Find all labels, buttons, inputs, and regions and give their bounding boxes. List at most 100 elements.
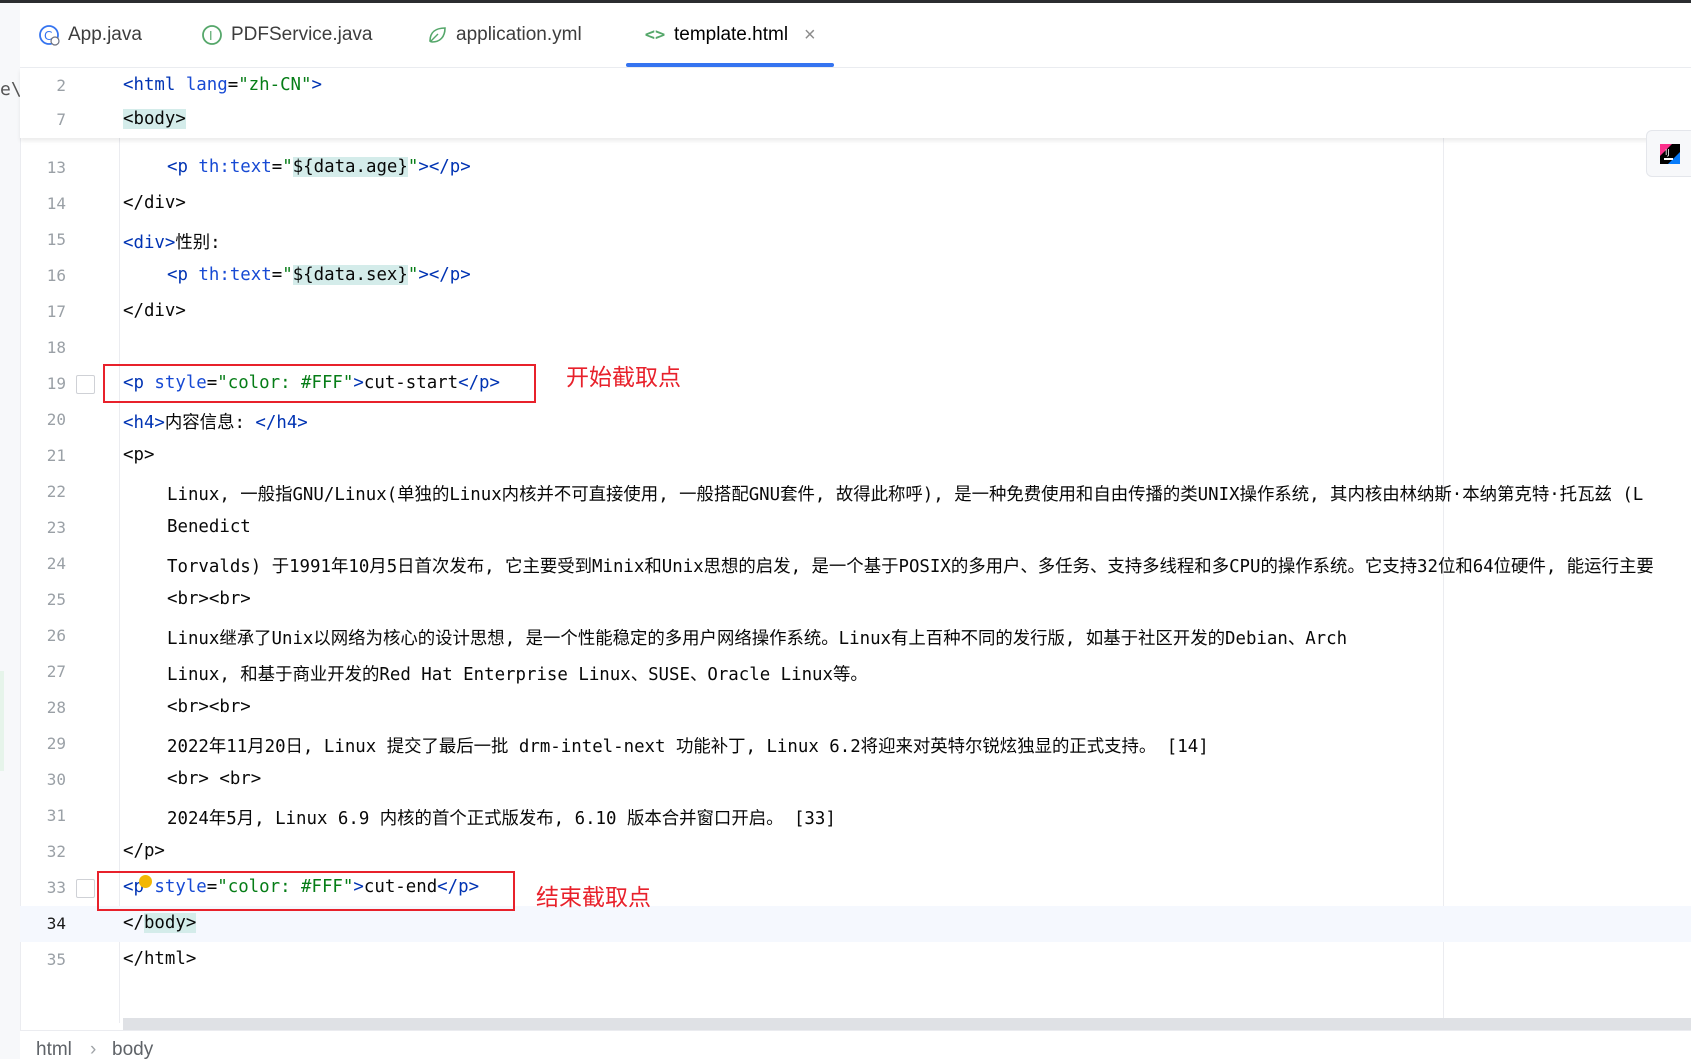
editor-tab-bar: C App.java I PDFService.java application… <box>20 3 1691 68</box>
breadcrumb-item-body[interactable]: body <box>112 1039 153 1061</box>
code-line[interactable]: 26 Linux继承了Unix以网络为核心的设计思想, 是一个性能稳定的多用户网… <box>20 618 1691 654</box>
line-number: 17 <box>46 302 66 321</box>
code-text: <br> <br> <box>167 769 262 789</box>
line-number: 26 <box>46 626 66 645</box>
html-icon: <> <box>644 25 666 45</box>
cut-end-highlight-box <box>97 871 515 911</box>
line-number: 28 <box>46 698 66 717</box>
line-number: 13 <box>46 158 66 177</box>
yaml-leaf-icon <box>426 24 448 46</box>
tab-app-java[interactable]: C App.java <box>38 3 142 67</box>
code-line[interactable]: 32 </p> <box>20 834 1691 870</box>
code-line[interactable]: 14 </div> <box>20 186 1691 222</box>
line-number: 34 <box>46 914 66 933</box>
code-text: <h4>内容信息: </h4> <box>123 413 308 433</box>
code-text: <p th:text="${data.sex}"></p> <box>167 265 471 285</box>
code-text: Linux继承了Unix以网络为核心的设计思想, 是一个性能稳定的多用户网络操作… <box>167 629 1348 649</box>
code-text: <p th:text="${data.age}"></p> <box>167 157 471 177</box>
jetbrains-plugin-icon[interactable]: IJ <box>1646 130 1691 177</box>
code-text: </html> <box>123 949 197 969</box>
code-line[interactable]: 29 2022年11月20日, Linux 提交了最后一批 drm-intel-… <box>20 726 1691 762</box>
line-number: 32 <box>46 842 66 861</box>
change-marker <box>0 671 4 771</box>
tab-pdfservice-java[interactable]: I PDFService.java <box>201 3 373 67</box>
breadcrumb: html › body <box>20 1030 1691 1060</box>
breadcrumb-item-html[interactable]: html <box>36 1039 72 1061</box>
line-number: 7 <box>56 110 66 129</box>
line-number: 15 <box>46 230 66 249</box>
svg-text:IJ: IJ <box>1665 148 1670 157</box>
code-line[interactable]: 27 Linux, 和基于商业开发的Red Hat Enterprise Lin… <box>20 654 1691 690</box>
code-text: Torvalds) 于1991年10月5日首次发布, 它主要受到Minix和Un… <box>167 557 1654 577</box>
line-number: 24 <box>46 554 66 573</box>
code-line[interactable]: 23 Benedict <box>20 510 1691 546</box>
tab-label: PDFService.java <box>231 24 373 45</box>
svg-text:I: I <box>209 29 213 43</box>
code-text: </body> <box>123 913 197 933</box>
code-text: Benedict <box>167 517 251 537</box>
code-line[interactable]: 25 <br><br> <box>20 582 1691 618</box>
cut-end-annotation: 结束截取点 <box>536 885 651 911</box>
code-text: <br><br> <box>167 697 251 717</box>
code-text: <p> <box>123 445 155 465</box>
code-line[interactable]: 13 <p th:text="${data.age}"></p> <box>20 150 1691 186</box>
code-line-current[interactable]: 34 </body> <box>20 906 1691 942</box>
line-number: 21 <box>46 446 66 465</box>
code-text: <br><br> <box>167 589 251 609</box>
line-number: 16 <box>46 266 66 285</box>
interface-icon: I <box>201 24 223 46</box>
line-number: 30 <box>46 770 66 789</box>
horizontal-scrollbar[interactable] <box>123 1018 1691 1030</box>
line-number: 2 <box>56 76 66 95</box>
line-number: 14 <box>46 194 66 213</box>
line-number: 29 <box>46 734 66 753</box>
code-text: </p> <box>123 841 165 861</box>
line-number: 33 <box>46 878 66 897</box>
breakpoint-checkbox[interactable] <box>76 879 95 898</box>
breadcrumb-separator-icon: › <box>90 1039 97 1060</box>
tab-label: application.yml <box>456 24 582 45</box>
code-line[interactable]: 28 <br><br> <box>20 690 1691 726</box>
code-line[interactable]: 31 2024年5月, Linux 6.9 内核的首个正式版发布, 6.10 版… <box>20 798 1691 834</box>
code-line[interactable]: 24 Torvalds) 于1991年10月5日首次发布, 它主要受到Minix… <box>20 546 1691 582</box>
code-line[interactable]: 18 <box>20 330 1691 366</box>
code-line[interactable]: 35 </html> <box>20 942 1691 978</box>
lightbulb-icon[interactable] <box>139 875 152 888</box>
line-number: 25 <box>46 590 66 609</box>
tab-template-html[interactable]: <> template.html × <box>626 3 834 67</box>
line-number: 23 <box>46 518 66 537</box>
code-text: Linux, 和基于商业开发的Red Hat Enterprise Linux、… <box>167 665 868 685</box>
cut-start-highlight-box <box>103 364 536 403</box>
code-line[interactable]: 15 <div>性别: <box>20 222 1691 258</box>
code-text: <html lang="zh-CN"> <box>123 75 322 95</box>
sticky-scroll-header: 2 <html lang="zh-CN"> 7 <body> <box>20 68 1691 138</box>
code-line[interactable]: 30 <br> <br> <box>20 762 1691 798</box>
code-line[interactable]: 21 <p> <box>20 438 1691 474</box>
line-number: 19 <box>46 374 66 393</box>
code-line[interactable]: 17 </div> <box>20 294 1691 330</box>
code-line[interactable]: 16 <p th:text="${data.sex}"></p> <box>20 258 1691 294</box>
code-text: </div> <box>123 301 186 321</box>
code-text: Linux, 一般指GNU/Linux(单独的Linux内核并不可直接使用, 一… <box>167 485 1644 505</box>
line-number: 22 <box>46 482 66 501</box>
line-number: 18 <box>46 338 66 357</box>
close-icon[interactable]: × <box>804 24 816 47</box>
line-number: 20 <box>46 410 66 429</box>
code-text: <div>性别: <box>123 233 221 253</box>
active-tab-indicator <box>626 63 834 67</box>
breakpoint-checkbox[interactable] <box>76 375 95 394</box>
tab-label: App.java <box>68 24 142 45</box>
code-line[interactable]: 22 Linux, 一般指GNU/Linux(单独的Linux内核并不可直接使用… <box>20 474 1691 510</box>
code-text: <body> <box>123 109 186 129</box>
code-line[interactable]: 20 <h4>内容信息: </h4> <box>20 402 1691 438</box>
java-class-icon: C <box>38 24 60 46</box>
code-text: 2022年11月20日, Linux 提交了最后一批 drm-intel-nex… <box>167 737 1209 757</box>
line-number: 27 <box>46 662 66 681</box>
cut-start-annotation: 开始截取点 <box>566 365 681 391</box>
code-text: 2024年5月, Linux 6.9 内核的首个正式版发布, 6.10 版本合并… <box>167 809 836 829</box>
line-number: 35 <box>46 950 66 969</box>
sticky-line[interactable]: 7 <body> <box>20 102 1691 138</box>
sticky-line[interactable]: 2 <html lang="zh-CN"> <box>20 68 1691 104</box>
project-panel-edge: e\r <box>0 3 33 1059</box>
tab-application-yml[interactable]: application.yml <box>426 3 582 67</box>
